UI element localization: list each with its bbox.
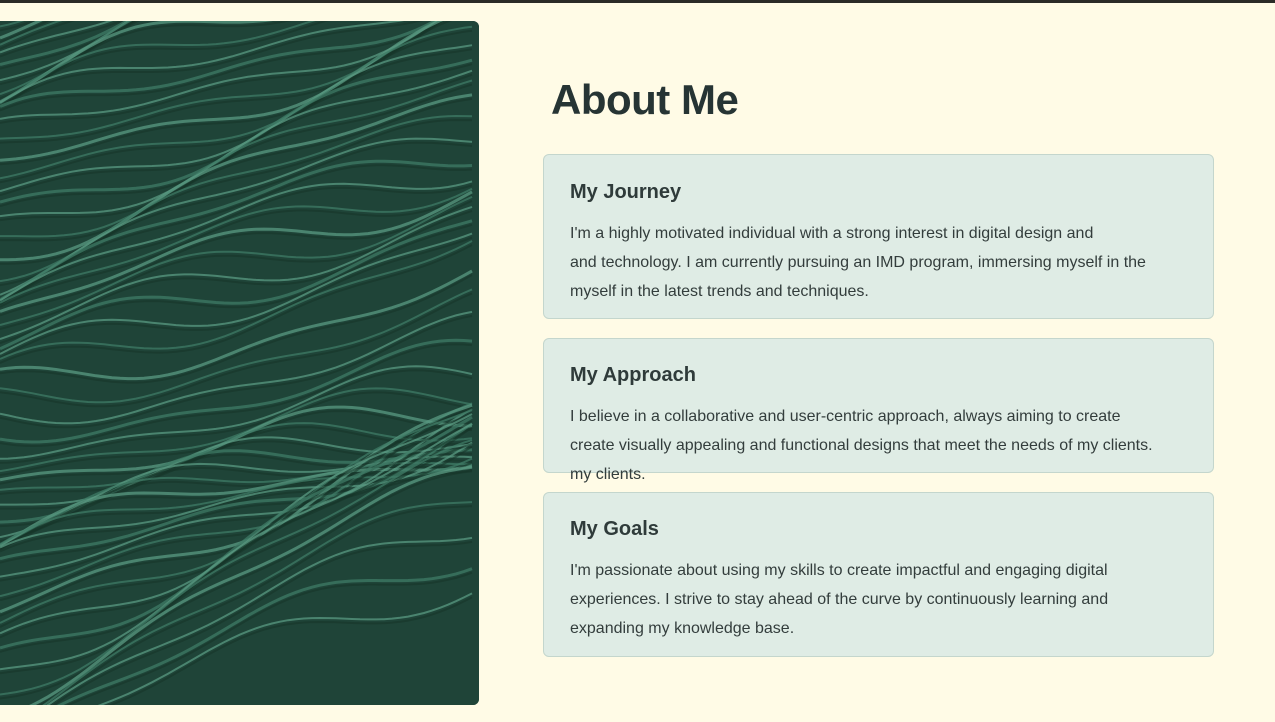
card-heading: My Goals bbox=[570, 518, 659, 540]
top-border bbox=[0, 0, 1275, 3]
card-my-goals: My Goals I'm passionate about using my s… bbox=[543, 492, 1214, 657]
card-text-line: I'm a highly motivated individual with a… bbox=[570, 225, 1094, 242]
card-body: I'm passionate about using my skills to … bbox=[570, 556, 1210, 643]
card-body: I'm a highly motivated individual with a… bbox=[570, 219, 1210, 306]
page-title: About Me bbox=[551, 76, 739, 123]
wave-texture bbox=[0, 21, 479, 705]
card-body: I believe in a collaborative and user-ce… bbox=[570, 402, 1210, 489]
card-text-line: experiences. I strive to stay ahead of t… bbox=[570, 591, 1109, 608]
card-my-journey: My Journey I'm a highly motivated indivi… bbox=[543, 154, 1214, 319]
card-text-line: I'm passionate about using my skills to … bbox=[570, 562, 1108, 579]
card-text-line: expanding my knowledge base. bbox=[570, 620, 795, 637]
green-wavy-texture-image bbox=[0, 21, 479, 705]
card-text-line: myself in the latest trends and techniqu… bbox=[570, 283, 869, 300]
card-text-line: create visually appealing and functional… bbox=[570, 437, 1153, 454]
card-heading: My Approach bbox=[570, 364, 696, 386]
card-text-line: my clients. bbox=[570, 466, 646, 483]
card-text-line: and technology. I am currently pursuing … bbox=[570, 254, 1146, 271]
card-heading: My Journey bbox=[570, 181, 682, 203]
card-text-line: I believe in a collaborative and user-ce… bbox=[570, 408, 1121, 425]
card-my-approach: My Approach I believe in a collaborative… bbox=[543, 338, 1214, 483]
